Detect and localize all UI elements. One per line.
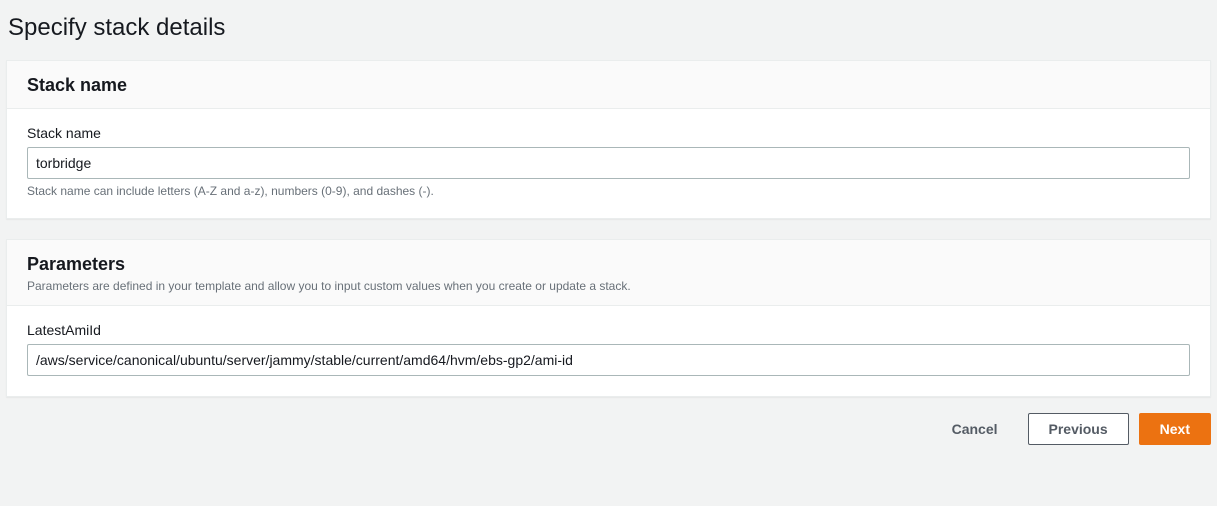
param-latestamiid-input[interactable] [27, 344, 1190, 376]
stack-name-section-title: Stack name [27, 75, 1190, 96]
stack-name-header: Stack name [7, 61, 1210, 109]
parameters-header: Parameters Parameters are defined in you… [7, 240, 1210, 306]
page-title: Specify stack details [6, 0, 1211, 60]
stack-name-input[interactable] [27, 147, 1190, 179]
stack-name-body: Stack name Stack name can include letter… [7, 109, 1210, 218]
stack-name-hint: Stack name can include letters (A-Z and … [27, 184, 1190, 198]
cancel-button[interactable]: Cancel [932, 413, 1018, 445]
param-latestamiid-label: LatestAmiId [27, 322, 1190, 338]
parameters-section-title: Parameters [27, 254, 1190, 275]
parameters-body: LatestAmiId [7, 306, 1210, 396]
parameters-section-desc: Parameters are defined in your template … [27, 279, 1190, 293]
stack-name-label: Stack name [27, 125, 1190, 141]
wizard-actions: Cancel Previous Next [6, 397, 1211, 445]
previous-button[interactable]: Previous [1028, 413, 1129, 445]
parameters-section: Parameters Parameters are defined in you… [6, 239, 1211, 397]
stack-name-section: Stack name Stack name Stack name can inc… [6, 60, 1211, 219]
next-button[interactable]: Next [1139, 413, 1211, 445]
